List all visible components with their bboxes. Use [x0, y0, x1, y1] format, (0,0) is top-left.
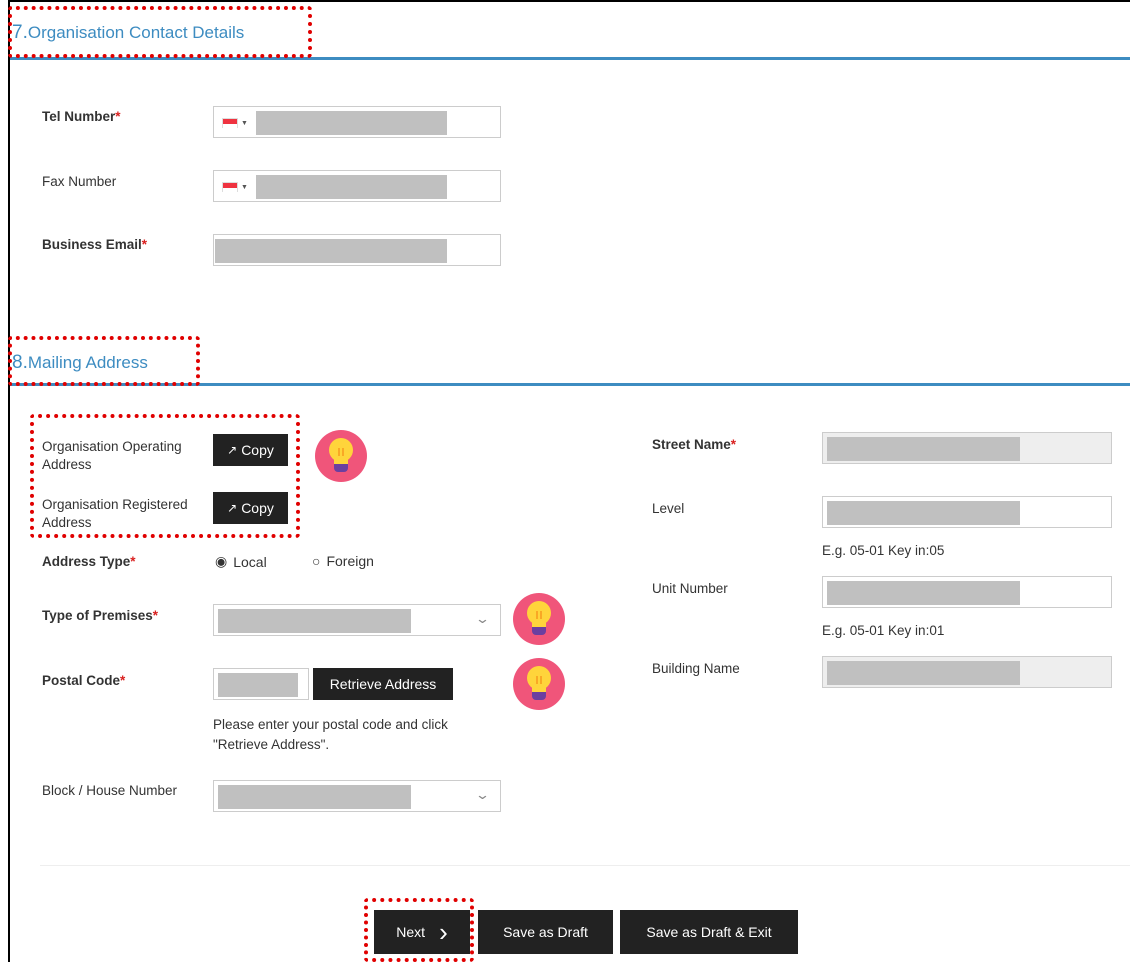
- required-mark: *: [130, 554, 136, 569]
- radio-label: Local: [233, 553, 267, 570]
- postal-code-label: Postal Code*: [42, 672, 125, 690]
- level-label: Level: [652, 501, 685, 516]
- required-mark: *: [152, 608, 159, 623]
- lightbulb-icon[interactable]: [513, 593, 565, 645]
- premises-label: Type of Premises*: [42, 607, 158, 625]
- redacted-value: [827, 661, 1020, 685]
- lightbulb-icon[interactable]: [513, 658, 565, 710]
- postal-hint-line-2: "Retrieve Address".: [213, 737, 330, 752]
- radio-selected-icon: ◉: [215, 553, 228, 569]
- tel-number-label: Tel Number*: [42, 108, 121, 126]
- block-number-label: Block / House Number: [42, 783, 178, 798]
- singapore-flag-icon[interactable]: [222, 118, 238, 128]
- level-hint: E.g. 05-01 Key in:05: [822, 543, 945, 558]
- footer-divider: [40, 865, 1130, 866]
- unit-hint: E.g. 05-01 Key in:01: [822, 623, 945, 638]
- save-as-draft-exit-button[interactable]: Save as Draft & Exit: [620, 910, 798, 954]
- street-name-label: Street Name*: [652, 436, 736, 454]
- label-text: Address Type: [42, 554, 131, 569]
- tel-number-input[interactable]: ▼: [213, 106, 501, 138]
- unit-number-input[interactable]: [822, 576, 1112, 608]
- label-text: Type of Premises: [42, 608, 153, 623]
- required-mark: *: [141, 237, 148, 252]
- redacted-value: [218, 785, 411, 809]
- radio-unselected-icon: ○: [312, 553, 321, 569]
- radio-label: Foreign: [326, 553, 374, 569]
- retrieve-address-button[interactable]: Retrieve Address: [313, 668, 453, 700]
- business-email-label: Business Email*: [42, 236, 147, 254]
- label-text: Postal Code: [42, 673, 121, 688]
- redacted-value: [827, 501, 1020, 525]
- highlight-copy-buttons: [30, 414, 300, 538]
- building-name-label: Building Name: [652, 661, 740, 676]
- fax-number-input[interactable]: ▼: [213, 170, 501, 202]
- required-mark: *: [120, 673, 126, 688]
- label-text: Street Name: [652, 437, 731, 452]
- fax-number-label: Fax Number: [42, 174, 117, 189]
- highlight-section-7: [8, 6, 312, 58]
- redacted-value: [215, 239, 447, 263]
- business-email-input[interactable]: [213, 234, 501, 266]
- level-input[interactable]: [822, 496, 1112, 528]
- caret-down-icon: ▼: [241, 184, 248, 191]
- required-mark: *: [115, 109, 121, 124]
- save-as-draft-button[interactable]: Save as Draft: [478, 910, 613, 954]
- redacted-value: [218, 673, 298, 697]
- postal-code-input[interactable]: [213, 668, 309, 700]
- premises-select[interactable]: ⌄: [213, 604, 501, 636]
- address-type-label: Address Type*: [42, 553, 136, 571]
- redacted-value: [827, 581, 1020, 605]
- chevron-down-icon: ⌄: [474, 611, 491, 626]
- highlight-next-button: [364, 898, 474, 962]
- caret-down-icon: ▼: [241, 120, 248, 127]
- radio-local[interactable]: ◉ Local: [215, 553, 267, 570]
- block-number-select[interactable]: ⌄: [213, 780, 501, 812]
- redacted-value: [218, 609, 411, 633]
- redacted-value: [827, 437, 1020, 461]
- redacted-value: [256, 175, 447, 199]
- postal-hint-line-1: Please enter your postal code and click: [213, 717, 448, 732]
- street-name-input[interactable]: [822, 432, 1112, 464]
- lightbulb-icon[interactable]: [315, 430, 367, 482]
- label-text: Tel Number: [42, 109, 116, 124]
- label-text: Business Email: [42, 237, 142, 252]
- chevron-down-icon: ⌄: [474, 787, 491, 802]
- redacted-value: [256, 111, 447, 135]
- required-mark: *: [730, 437, 737, 452]
- building-name-input[interactable]: [822, 656, 1112, 688]
- highlight-section-8: [8, 336, 200, 386]
- unit-number-label: Unit Number: [652, 581, 728, 596]
- radio-foreign[interactable]: ○ Foreign: [312, 553, 374, 569]
- singapore-flag-icon[interactable]: [222, 182, 238, 192]
